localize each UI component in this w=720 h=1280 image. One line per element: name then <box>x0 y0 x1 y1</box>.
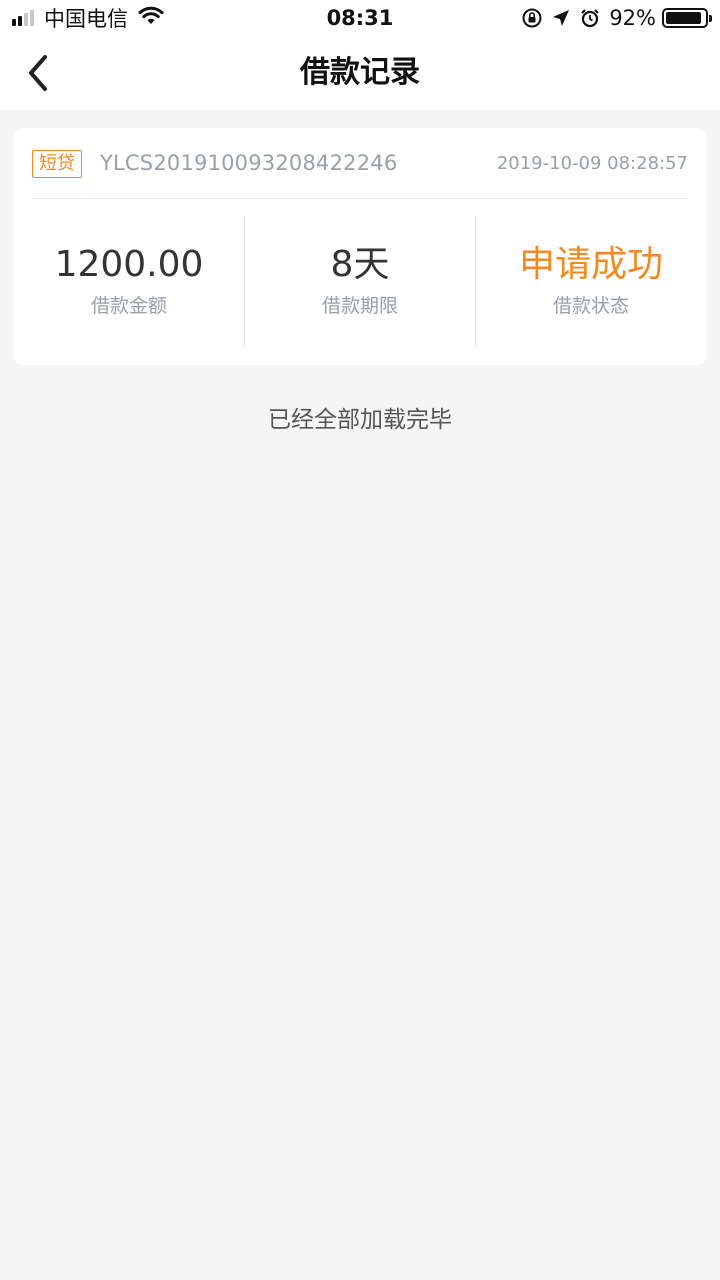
status-bar: 中国电信 08:31 92% <box>0 0 720 36</box>
list-end-message: 已经全部加载完毕 <box>268 407 452 433</box>
nav-bar: 借款记录 <box>0 36 720 110</box>
loan-term-cell: 8天 借款期限 <box>244 217 475 347</box>
battery-percent: 92% <box>609 6 656 30</box>
record-stats: 1200.00 借款金额 8天 借款期限 申请成功 借款状态 <box>14 217 706 347</box>
loan-status-cell: 申请成功 借款状态 <box>475 217 706 347</box>
status-left: 中国电信 <box>12 0 164 36</box>
loan-term-label: 借款期限 <box>321 295 398 317</box>
loan-record-card[interactable]: 短贷 YLCS201910093208422246 2019-10-09 08:… <box>14 128 706 365</box>
orientation-lock-icon <box>521 7 543 29</box>
page-title: 借款记录 <box>300 55 420 90</box>
signal-icon <box>12 10 36 26</box>
location-icon <box>551 8 571 28</box>
loan-term-value: 8天 <box>330 244 390 285</box>
carrier-name: 中国电信 <box>44 7 128 31</box>
loan-status-value: 申请成功 <box>518 244 663 285</box>
loan-status-label: 借款状态 <box>552 295 629 317</box>
order-number: YLCS201910093208422246 <box>100 151 398 175</box>
loan-type-badge: 短贷 <box>32 150 82 178</box>
battery-level <box>666 12 701 24</box>
loan-amount-value: 1200.00 <box>54 244 204 285</box>
battery-icon <box>662 8 712 28</box>
loan-amount-cell: 1200.00 借款金额 <box>14 217 244 347</box>
order-datetime: 2019-10-09 08:28:57 <box>496 153 688 174</box>
status-right: 92% <box>513 0 712 36</box>
chevron-left-icon <box>29 55 47 91</box>
wifi-icon <box>138 6 164 31</box>
record-header: 短贷 YLCS201910093208422246 2019-10-09 08:… <box>32 128 688 199</box>
loan-amount-label: 借款金额 <box>90 295 167 317</box>
back-button[interactable] <box>14 49 62 97</box>
alarm-icon <box>579 7 601 29</box>
